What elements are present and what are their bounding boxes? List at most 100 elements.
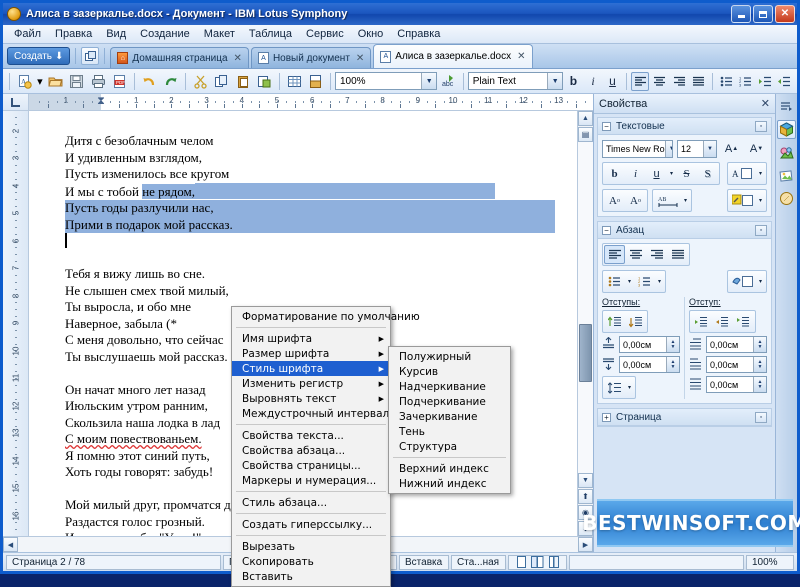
character-spacing-icon[interactable]: AB	[654, 191, 681, 210]
document-line[interactable]: И удивленным взглядом,	[65, 150, 555, 167]
new-document-icon[interactable]: A	[14, 71, 34, 91]
scroll-up-button[interactable]: ▲	[578, 111, 593, 126]
previous-page-button[interactable]: ⬆	[578, 489, 593, 504]
indent-after-input[interactable]: 0,00см ▲ ▼	[706, 356, 767, 373]
paragraph-background-dropdown-icon[interactable]: ▾	[756, 272, 765, 291]
menu-item-table[interactable]: Таблица	[242, 26, 299, 42]
paste-icon[interactable]	[233, 71, 253, 91]
menu-item-layout[interactable]: Макет	[197, 26, 242, 42]
align-justify-icon[interactable]	[689, 72, 708, 91]
single-page-view-icon[interactable]	[515, 556, 528, 569]
context-menu-item[interactable]: Стиль абзаца...	[232, 495, 390, 510]
close-button[interactable]: ✕	[775, 5, 795, 23]
book-view-icon[interactable]	[547, 556, 560, 569]
open-folder-icon[interactable]	[45, 71, 65, 91]
vertical-scroll-thumb[interactable]	[579, 324, 592, 382]
italic-button[interactable]: i	[584, 72, 603, 91]
clipart-icon[interactable]	[777, 143, 796, 162]
paste-special-icon[interactable]	[255, 71, 275, 91]
tab-close-icon[interactable]: ✕	[232, 53, 242, 64]
context-menu-item[interactable]: Свойства страницы...	[232, 458, 390, 473]
redo-icon[interactable]	[161, 71, 181, 91]
status-insert-mode[interactable]: Вставка	[399, 554, 449, 570]
highlight-color-icon[interactable]	[729, 191, 756, 210]
context-menu-item[interactable]: Свойства текста...	[232, 428, 390, 443]
indent-hanging-icon[interactable]	[733, 312, 754, 331]
menu-item-tools[interactable]: Сервис	[299, 26, 351, 42]
context-menu-item[interactable]: Междустрочный интервал▶	[232, 406, 395, 421]
spinner-icon[interactable]: ▲ ▼	[666, 357, 679, 372]
table-icon[interactable]	[284, 71, 304, 91]
context-menu-item[interactable]: Свойства абзаца...	[232, 443, 390, 458]
document-line[interactable]: Прими в подарок мой рассказ.	[65, 216, 555, 233]
decrease-indent-icon[interactable]	[775, 72, 794, 91]
tab-stop-icon[interactable]	[3, 94, 29, 110]
chevron-down-icon[interactable]: ▼	[421, 73, 437, 89]
font-style-submenu-item[interactable]: Верхний индекс	[389, 461, 510, 476]
panel-collapse-icon[interactable]	[777, 97, 796, 116]
paragraph-style-combo[interactable]: Plain Text ▼	[467, 72, 564, 90]
underline-button[interactable]: u	[646, 164, 667, 183]
save-icon[interactable]	[67, 71, 87, 91]
copy-icon[interactable]	[212, 71, 232, 91]
indent-before-input[interactable]: 0,00см ▲ ▼	[706, 336, 767, 353]
menu-item-file[interactable]: Файл	[7, 26, 48, 42]
document-line[interactable]: Не слышен смех твой милый,	[65, 283, 555, 300]
indent-first-line-input[interactable]: 0,00см ▲ ▼	[706, 376, 767, 393]
bold-button[interactable]: b	[604, 164, 625, 183]
font-style-submenu-item[interactable]: Надчеркивание	[389, 379, 510, 394]
font-style-submenu-item[interactable]: Подчеркивание	[389, 394, 510, 409]
font-style-submenu-item[interactable]: Зачеркивание	[389, 409, 510, 424]
text-section-header[interactable]: − Текстовые ▫	[598, 118, 771, 135]
decrease-font-icon[interactable]: A ▼	[746, 139, 767, 158]
menu-item-view[interactable]: Вид	[99, 26, 133, 42]
indent-decrease-icon[interactable]	[712, 312, 733, 331]
character-spacing-dropdown-icon[interactable]: ▾	[681, 191, 690, 210]
increase-font-icon[interactable]: A ▲	[721, 139, 742, 158]
chevron-down-icon[interactable]: ▼	[664, 140, 672, 157]
context-menu-item[interactable]: Форматирование по умолчанию	[232, 309, 420, 324]
chevron-down-icon[interactable]: ▼	[547, 73, 563, 89]
align-left-icon[interactable]	[630, 71, 650, 91]
maximize-button[interactable]	[753, 5, 773, 23]
font-color-icon[interactable]: A	[729, 164, 756, 183]
font-style-submenu-item[interactable]: Тень	[389, 424, 510, 439]
horizontal-ruler-track[interactable]: 112345678910111213⧗	[29, 94, 593, 110]
context-menu-item[interactable]: Размер шрифта ▶	[232, 346, 390, 361]
vertical-ruler[interactable]: 2345678910111213141516	[3, 111, 29, 536]
spinner-icon[interactable]: ▲ ▼	[753, 377, 766, 392]
shadow-button[interactable]: S	[697, 164, 718, 183]
status-page[interactable]: Страница 2 / 78	[6, 554, 221, 570]
line-spacing-dropdown-icon[interactable]: ▾	[625, 378, 634, 397]
context-menu-item[interactable]: Вставить	[232, 569, 390, 584]
scroll-page-marker-icon[interactable]: ▤	[578, 127, 593, 142]
superscript-button[interactable]: Ao	[604, 191, 625, 210]
chevron-down-icon[interactable]: ▼	[703, 140, 716, 157]
space-below-icon[interactable]	[625, 312, 646, 331]
page-section-header[interactable]: + Страница ▫	[598, 409, 771, 426]
dropdown-arrow-icon[interactable]: ▾	[35, 71, 44, 91]
context-menu-item[interactable]: Стиль шрифта ▶	[232, 361, 390, 376]
document-line[interactable]: Дитя с безоблачным челом	[65, 133, 555, 150]
menu-item-help[interactable]: Справка	[390, 26, 447, 42]
underline-dropdown-icon[interactable]: ▾	[667, 164, 676, 183]
align-center-icon[interactable]	[650, 72, 669, 91]
numbered-list-icon[interactable]: 123	[736, 72, 755, 91]
space-above-icon[interactable]	[604, 312, 625, 331]
tab-close-icon[interactable]: ✕	[515, 51, 525, 62]
collapse-icon[interactable]: −	[602, 225, 611, 235]
font-style-submenu-item[interactable]: Курсив	[389, 364, 510, 379]
media-image-icon[interactable]	[777, 166, 796, 185]
spinner-icon[interactable]: ▲ ▼	[666, 337, 679, 352]
scroll-down-button[interactable]: ▼	[578, 473, 593, 488]
font-size-combo[interactable]: 12 ▼	[677, 139, 717, 158]
undo-icon[interactable]	[139, 71, 159, 91]
collapse-icon[interactable]: −	[602, 121, 611, 131]
strikethrough-button[interactable]: S	[676, 164, 697, 183]
cut-icon[interactable]	[190, 71, 210, 91]
context-menu-item[interactable]: Выровнять текст ▶	[232, 391, 390, 406]
export-pdf-icon[interactable]: PDF	[110, 71, 130, 91]
context-menu-item[interactable]: Имя шрифта ▶	[232, 331, 390, 346]
menu-item-edit[interactable]: Правка	[48, 26, 99, 42]
status-selection-mode[interactable]: Ста...ная	[451, 554, 506, 570]
